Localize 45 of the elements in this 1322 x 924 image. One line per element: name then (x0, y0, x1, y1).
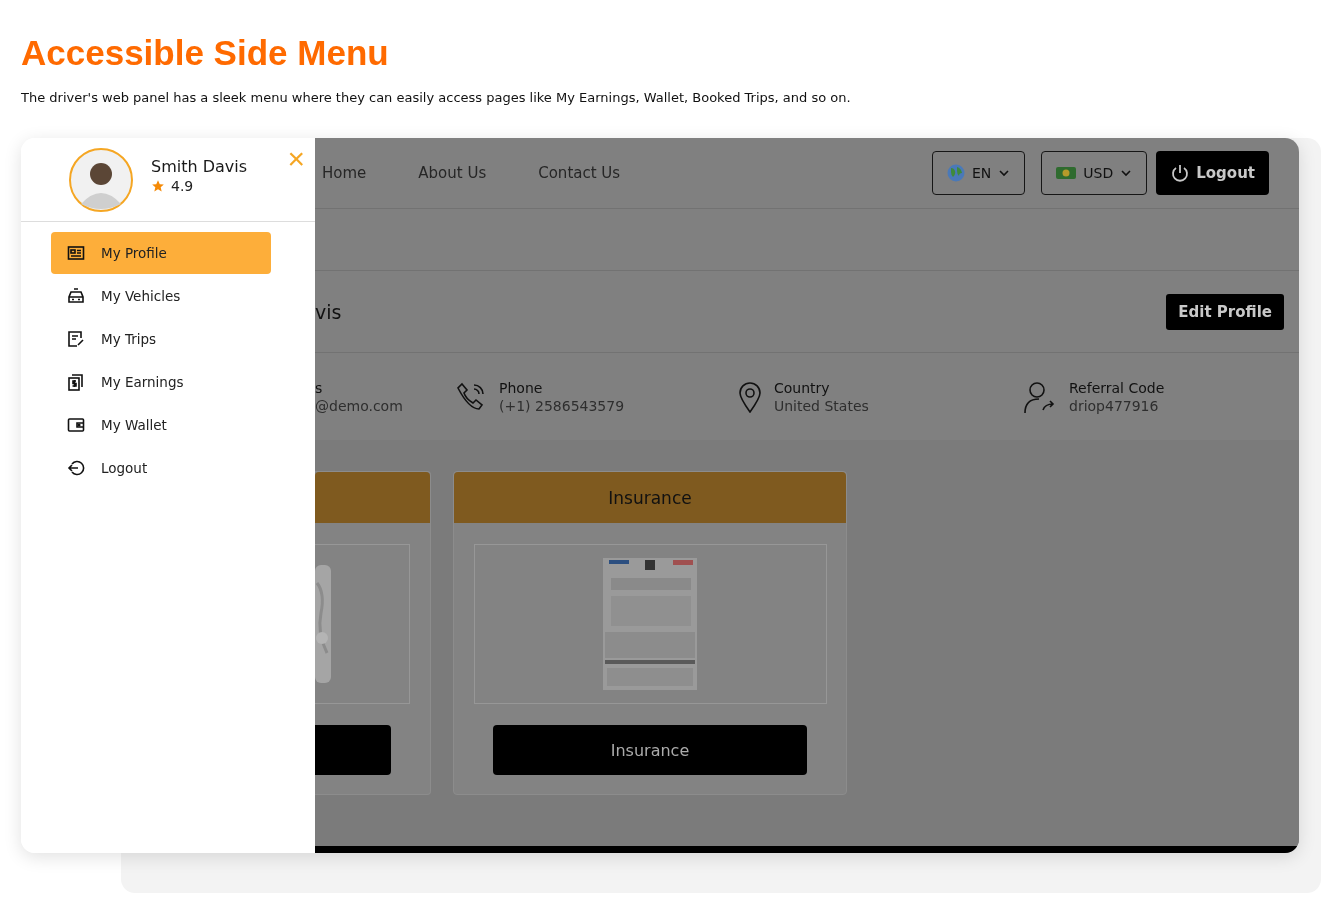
page-description: The driver's web panel has a sleek menu where they can easily access pages like My Earnings, Wallet, Booked Trips, and so on. (20, 89, 852, 107)
menu-item[interactable]: My Profile (51, 232, 271, 274)
car-icon (67, 287, 85, 305)
language-dropdown[interactable]: EN (932, 151, 1026, 195)
id-card-icon (67, 244, 85, 262)
chevron-down-icon (998, 167, 1011, 179)
globe-icon (947, 164, 965, 182)
user-share-icon (1023, 379, 1057, 414)
page-heading: Accessible Side Menu (20, 32, 390, 73)
nav-link[interactable]: Home (322, 164, 367, 182)
location-pin-icon (738, 380, 762, 413)
detail-label: Phone (499, 379, 544, 396)
menu-item[interactable]: My Wallet (51, 404, 271, 446)
phone-icon (455, 380, 487, 413)
card-title: Insurance (454, 472, 846, 523)
star-icon (151, 179, 165, 193)
detail-label: Referral Code (1069, 379, 1165, 396)
power-icon (1170, 163, 1191, 183)
wallet-icon (67, 416, 85, 434)
detail-value: United States (774, 397, 869, 414)
user-name: Smith Davis (151, 157, 248, 176)
chevron-down-icon (1120, 167, 1133, 179)
detail-label: s (315, 379, 324, 396)
menu-item[interactable]: Logout (51, 447, 271, 489)
edit-profile-button[interactable]: Edit Profile (1166, 293, 1284, 330)
logout-button[interactable]: Logout (1156, 151, 1269, 195)
currency-dropdown[interactable]: USD (1041, 151, 1148, 195)
menu-item[interactable]: My Earnings (51, 361, 271, 403)
avatar-icon (69, 147, 133, 212)
nav-link[interactable]: Contact Us (538, 164, 621, 182)
nav-link[interactable]: About Us (418, 164, 487, 182)
insurance-button[interactable]: Insurance (493, 725, 807, 775)
detail-value: (+1) 2586543579 (499, 397, 625, 414)
menu-item[interactable]: My Trips (51, 318, 271, 360)
logout-icon (67, 459, 85, 477)
card-button[interactable] (315, 725, 391, 775)
edit-list-icon (67, 330, 85, 348)
menu-item[interactable]: My Vehicles (51, 275, 271, 317)
rating-value: 4.9 (171, 178, 194, 194)
detail-value: @demo.com (315, 397, 403, 414)
detail-label: Country (774, 379, 831, 396)
banknote-icon (1056, 166, 1077, 180)
money-icon (67, 373, 85, 391)
detail-value: driop477916 (1069, 397, 1160, 414)
profile-name: vis (315, 300, 342, 323)
